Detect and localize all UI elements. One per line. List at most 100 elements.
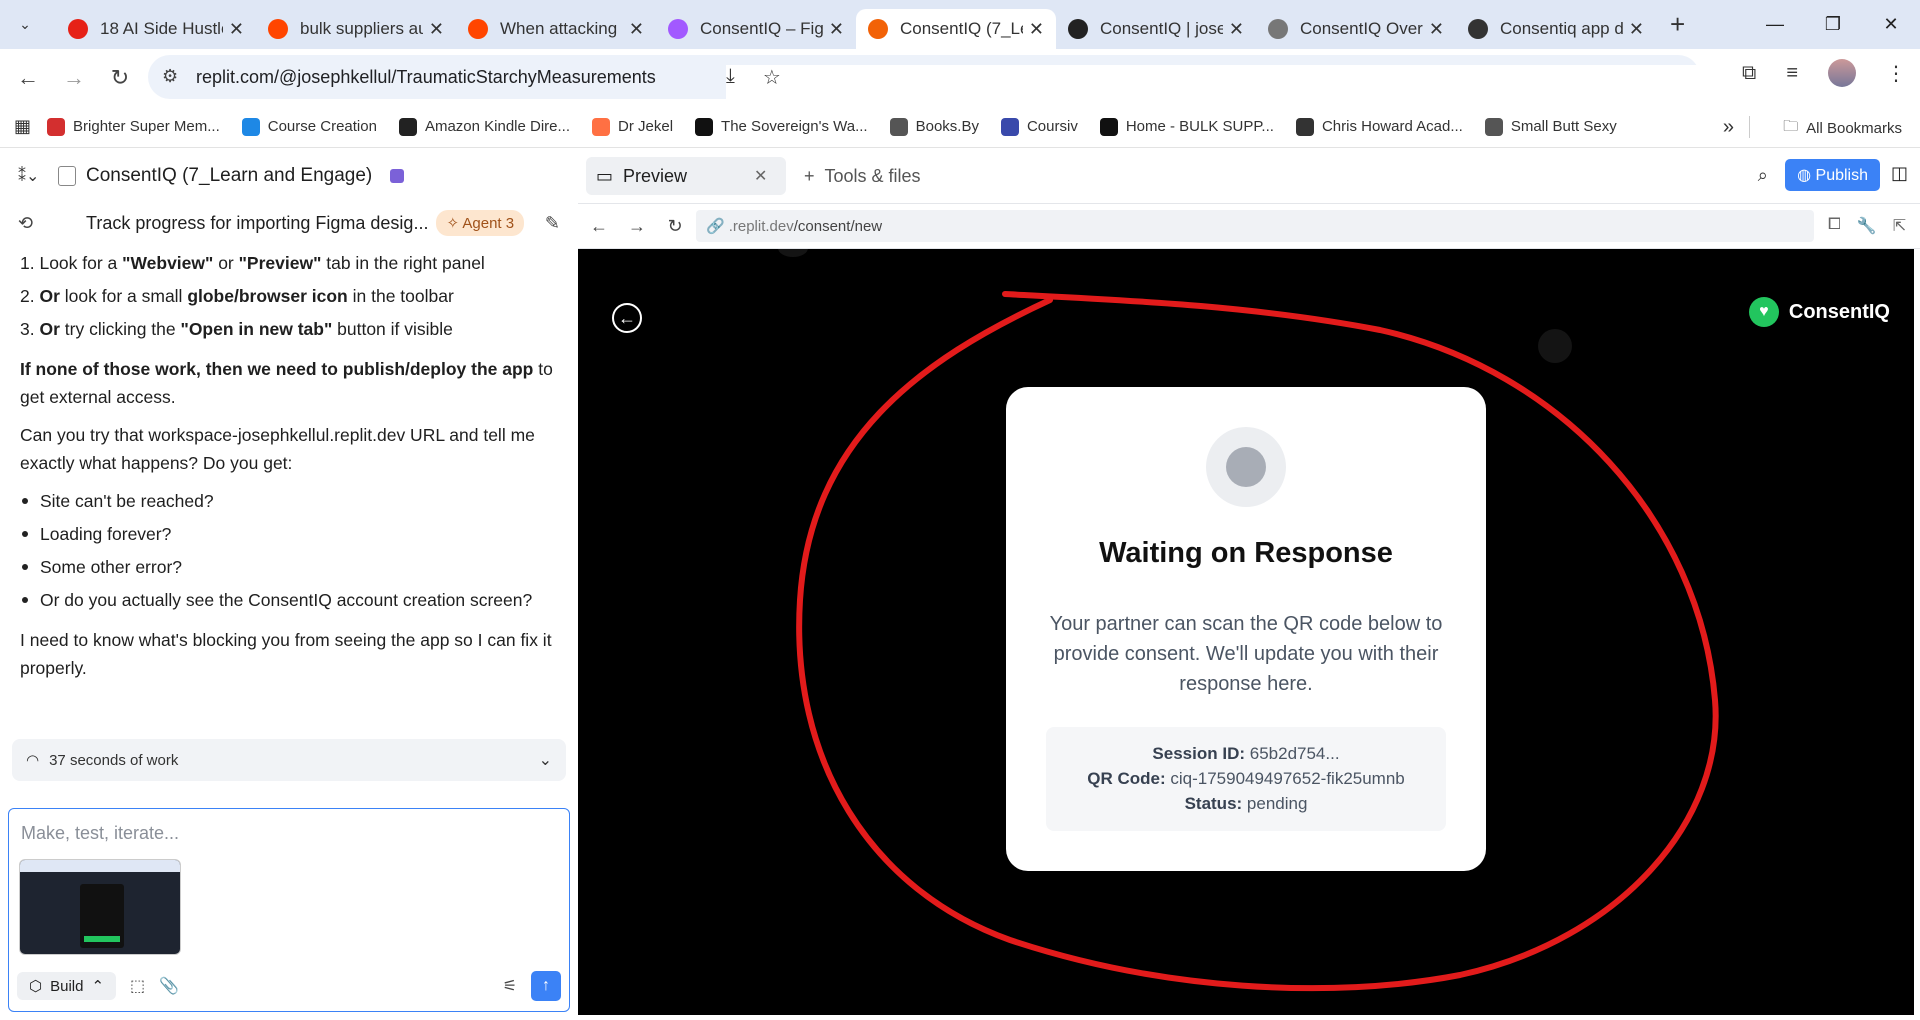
bookmark-item[interactable]: Home - BULK SUPP... [1099,117,1274,136]
send-button[interactable]: ↑ [531,971,561,1001]
card-description: Your partner can scan the QR code below … [1049,613,1443,695]
more-menu-icon[interactable]: ⋮ [1886,61,1906,86]
brand-logo: ♥ ConsentIQ [1748,297,1890,327]
reload-icon[interactable]: ↻ [102,60,138,96]
attach-paperclip-icon[interactable]: 📎 [159,976,179,996]
tab-close-icon[interactable]: ✕ [829,19,844,40]
heart-icon: ♥ [1748,297,1779,327]
browser-toolbar: ← → ↻ ⚙ replit.com/@josephkellul/Traumat… [0,49,1920,936]
close-tab-icon[interactable]: ✕ [754,166,767,186]
media-icon[interactable]: ≡ [1786,62,1798,85]
tab-close-icon[interactable]: ✕ [1629,19,1644,40]
bookmark-item[interactable]: Books.By [889,117,979,136]
back-arrow-icon[interactable]: ← [10,60,46,96]
close-window-icon[interactable]: ✕ [1862,0,1920,49]
tab-close-icon[interactable]: ✕ [1029,19,1044,40]
tab-favicon-icon [1068,19,1088,39]
back-circle-icon[interactable]: ← [612,303,642,333]
browser-tab[interactable]: bulk suppliers au ✕ [256,9,456,49]
steps-list: 1. Look for a "Webview" or "Preview" tab… [20,249,558,343]
folder-icon: 🗀 [1783,118,1799,135]
forward-arrow-icon[interactable]: → [56,60,92,96]
preview-forward-icon[interactable]: → [620,216,654,237]
new-tab-plus-icon[interactable]: + [1670,9,1685,40]
tab-title: ConsentIQ – Figm [700,19,823,38]
publish-button[interactable]: ◍ Publish [1785,159,1880,191]
background-dot [1538,329,1572,363]
browser-tab[interactable]: ConsentIQ Overv ✕ [1256,9,1456,49]
restore-icon[interactable]: ❐ [1804,0,1862,49]
tab-title: bulk suppliers au [300,19,423,38]
project-title[interactable]: ConsentIQ (7_Learn and Engage) [86,165,372,187]
tab-title: When attacking [500,19,618,38]
build-mode-button[interactable]: ⬡ Build ⌃ [17,972,117,1000]
bookmark-item[interactable]: Small Butt Sexy [1484,117,1617,136]
all-bookmarks[interactable]: 🗀 All Bookmarks [1783,116,1902,141]
browser-tab[interactable]: ConsentIQ – Figm ✕ [656,9,856,49]
devices-icon[interactable]: ⧠ [1828,216,1841,236]
tab-favicon-icon [468,19,488,39]
tab-close-icon[interactable]: ✕ [629,19,644,40]
bookmark-item[interactable]: Chris Howard Acad... [1295,117,1463,136]
tab-preview[interactable]: ▭ Preview ✕ [586,157,786,195]
bookmark-item[interactable]: Coursiv [1000,117,1078,136]
card-title: Waiting on Response [1099,537,1393,569]
message-paragraph: Can you try that workspace-josephkellul.… [20,425,535,473]
bookmark-item[interactable]: The Sovereign's Wa... [695,117,868,136]
settings-sliders-icon[interactable]: ⚟ [503,976,517,996]
extensions-icon[interactable]: ⧉ [1742,62,1756,85]
profile-avatar[interactable] [1828,59,1856,87]
apps-grid-icon[interactable]: ▦ [14,116,31,137]
session-id-row: Session ID: 65b2d754... [1152,744,1340,763]
browser-tab[interactable]: 18 AI Side Hustle ✕ [56,9,256,49]
address-bar[interactable]: ⚙ replit.com/@josephkellul/TraumaticStar… [148,55,1920,936]
minimize-icon[interactable]: — [1746,0,1804,49]
new-chat-icon[interactable]: ✎ [545,213,560,234]
open-new-tab-icon[interactable]: ⇱ [1893,216,1906,236]
preview-back-icon[interactable]: ← [582,216,616,237]
bookmark-item[interactable]: Brighter Super Mem... [47,117,220,136]
bookmark-item[interactable]: Course Creation [241,117,377,136]
browser-tab[interactable]: Consentiq app d ✕ [1456,9,1656,49]
thread-title[interactable]: Track progress for importing Figma desig… [86,213,428,234]
tab-title: ConsentIQ | jose [1100,19,1223,38]
bookmarks-bar: ▦ Brighter Super Mem... Course Creation Am… [0,106,1920,148]
preview-header: ▭ Preview ✕ +Tools & files ⌕ ⚇ ◍ Publish… [578,149,1920,203]
browser-tab[interactable]: ConsentIQ (7_Le ✕ [856,9,1056,49]
tab-close-icon[interactable]: ✕ [1229,19,1244,40]
bookmark-item[interactable]: Amazon Kindle Dire... [398,117,570,136]
tab-close-icon[interactable]: ✕ [429,19,444,40]
history-icon[interactable]: ⟲ [18,213,86,234]
bookmarks-divider [1749,116,1750,138]
tab-search-chevron-icon[interactable]: ⌄ [12,12,38,38]
site-info-icon[interactable]: ⚙ [162,66,178,87]
project-file-icon [58,166,76,186]
bookmarks-overflow-icon[interactable]: » [1723,116,1734,139]
preview-reload-icon[interactable]: ↻ [658,216,692,237]
list-item: Or do you actually see the ConsentIQ acc… [20,586,558,614]
plus-icon: + [804,165,815,186]
replit-menu-icon[interactable]: ⁑⌄ [18,166,52,186]
tab-close-icon[interactable]: ✕ [1429,19,1444,40]
screenshot-attachment[interactable] [19,859,181,955]
list-item: Loading forever? [20,520,558,548]
globe-icon: ◍ [1797,167,1812,184]
agent-badge: ✧ Agent 3 [436,210,525,236]
tab-favicon-icon [868,19,888,39]
browser-tab[interactable]: ConsentIQ | jose ✕ [1056,9,1256,49]
devtools-wrench-icon[interactable]: 🔧 [1857,216,1877,236]
tab-close-icon[interactable]: ✕ [229,19,244,40]
chevron-down-icon: ⌄ [538,752,552,769]
browser-tab[interactable]: When attacking ✕ [456,9,656,49]
search-icon[interactable]: ⌕ [1758,165,1768,186]
bookmark-item[interactable]: Dr Jekel [592,117,673,136]
tools-files-button[interactable]: + Tools & files [804,166,921,187]
toggle-panel-icon[interactable]: ◫ [1891,163,1908,184]
step-item: 1. Look for a "Webview" or "Preview" tab… [20,253,485,273]
agent-message: 1. Look for a "Webview" or "Preview" tab… [0,243,578,682]
work-summary-toggle[interactable]: ◠ 37 seconds of work ⌄ [12,739,566,781]
select-element-icon[interactable]: ⬚ [130,976,145,996]
work-gauge-icon: ◠ [26,752,40,769]
preview-url-field[interactable]: 🔗 .replit.dev/consent/new [696,210,1814,242]
chat-composer[interactable]: Make, test, iterate... ⬡ Build ⌃ ⬚ 📎 ⚟ ↑ [8,808,570,1012]
